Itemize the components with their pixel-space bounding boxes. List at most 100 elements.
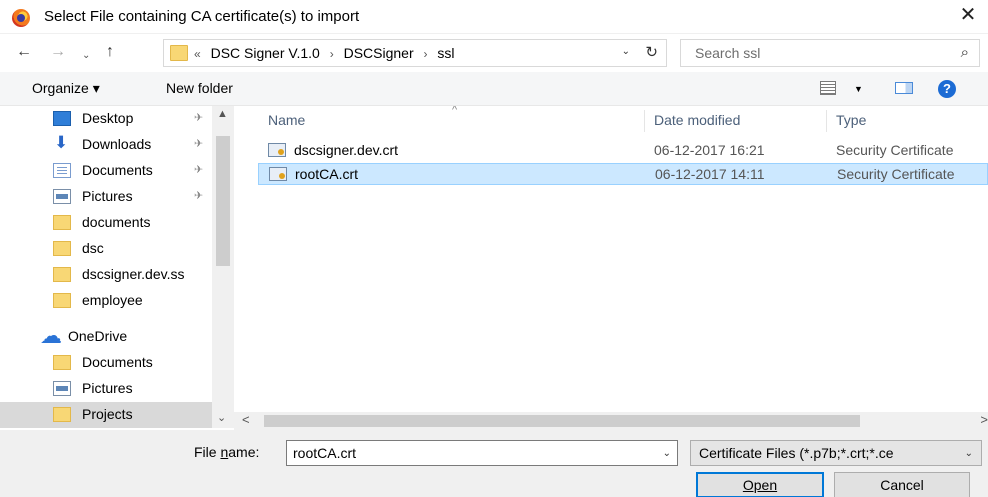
sidebar-scrollbar[interactable]: ▲ ⌄ <box>212 106 234 428</box>
navigation-pane: Desktop ✈ Downloads ✈ Documents ✈ Pictur… <box>0 106 212 428</box>
file-row-selected[interactable]: rootCA.crt 06-12-2017 14:11 Security Cer… <box>258 163 988 185</box>
new-folder-button[interactable]: New folder <box>166 80 233 96</box>
open-button-label: Open <box>742 477 778 493</box>
sort-ascending-icon: ^ <box>452 106 458 116</box>
command-bar: Organize ▾ New folder ▼ ? <box>0 72 988 106</box>
scroll-right-icon[interactable]: > <box>980 412 988 427</box>
folder-icon <box>53 355 71 370</box>
sidebar-item-label: dsc <box>82 240 104 256</box>
sidebar-item-label: Pictures <box>82 188 133 204</box>
file-name-value[interactable]: rootCA.crt <box>293 445 356 461</box>
sidebar-item-documents-folder[interactable]: documents <box>0 210 212 236</box>
onedrive-icon <box>40 323 62 349</box>
file-name-label: File name: <box>194 444 259 460</box>
sidebar-item-label: OneDrive <box>68 328 128 344</box>
folder-icon <box>53 241 71 256</box>
column-divider[interactable] <box>826 110 827 132</box>
sidebar-item-onedrive-pictures[interactable]: Pictures <box>0 376 212 402</box>
scroll-down-icon[interactable]: ⌄ <box>217 411 226 424</box>
horizontal-scrollbar[interactable]: < > <box>234 412 988 430</box>
breadcrumb-item-dsc-signer[interactable]: DSC Signer V.1.0 <box>211 45 320 61</box>
documents-icon <box>53 163 71 178</box>
scrollbar-thumb[interactable] <box>216 136 230 266</box>
sidebar-item-label: Downloads <box>82 136 152 152</box>
breadcrumb-separator[interactable]: › <box>424 47 428 61</box>
folder-icon <box>53 407 71 422</box>
certificate-file-icon <box>269 167 287 181</box>
search-icon[interactable]: ⌕ <box>961 44 969 61</box>
dialog-footer: File name: rootCA.crt ⌄ Certificate File… <box>0 430 988 497</box>
pictures-icon <box>53 381 71 396</box>
chevron-down-icon[interactable]: ⌄ <box>622 46 630 57</box>
breadcrumb-overflow[interactable]: « <box>194 47 201 61</box>
back-arrow-icon[interactable]: ← <box>16 42 32 62</box>
column-header-type[interactable]: Type <box>836 112 866 128</box>
sidebar-item-label: Documents <box>82 162 153 178</box>
sidebar-item-desktop[interactable]: Desktop ✈ <box>0 106 212 132</box>
search-input[interactable]: Search ssl <box>695 45 760 61</box>
sidebar-item-dsc[interactable]: dsc <box>0 236 212 262</box>
sidebar-item-label: Documents <box>82 354 153 370</box>
view-options-icon[interactable] <box>820 81 836 95</box>
sidebar-item-dscsigner-dev[interactable]: dscsigner.dev.ss <box>0 262 212 288</box>
up-arrow-icon[interactable]: ↑ <box>106 42 114 62</box>
sidebar-item-label: documents <box>82 214 151 230</box>
column-header-name[interactable]: Name <box>268 112 305 128</box>
view-dropdown-icon[interactable]: ▼ <box>854 84 863 94</box>
file-name: rootCA.crt <box>295 166 359 182</box>
pictures-icon <box>53 189 71 204</box>
forward-arrow-icon[interactable]: → <box>50 42 66 62</box>
close-icon[interactable]: ✕ <box>956 3 980 27</box>
pin-icon: ✈ <box>194 112 204 124</box>
search-box[interactable]: Search ssl ⌕ <box>680 39 980 67</box>
sidebar-item-label: Pictures <box>82 380 133 396</box>
scroll-up-icon[interactable]: ▲ <box>217 108 228 120</box>
dialog-title: Select File containing CA certificate(s)… <box>44 8 360 25</box>
certificate-file-icon <box>268 143 286 157</box>
file-row[interactable]: dscsigner.dev.crt 06-12-2017 16:21 Secur… <box>258 140 988 162</box>
column-header-date-modified[interactable]: Date modified <box>654 112 740 128</box>
file-type: Security Certificate <box>836 142 954 158</box>
help-icon[interactable]: ? <box>938 80 956 98</box>
sidebar-item-documents[interactable]: Documents ✈ <box>0 158 212 184</box>
desktop-icon <box>53 111 71 126</box>
pin-icon: ✈ <box>194 190 204 202</box>
sidebar-item-label: employee <box>82 292 143 308</box>
sidebar-item-employee[interactable]: employee <box>0 288 212 314</box>
file-list: ^ Name Date modified Type dscsigner.dev.… <box>234 106 988 412</box>
sidebar-item-label: Desktop <box>82 110 134 126</box>
chevron-down-icon[interactable]: ⌄ <box>663 448 671 459</box>
file-name-field[interactable]: rootCA.crt ⌄ <box>286 440 678 466</box>
sidebar-item-label: Projects <box>82 406 133 422</box>
sidebar-item-pictures[interactable]: Pictures ✈ <box>0 184 212 210</box>
navigation-bar: ← → ⌄ ↑ « DSC Signer V.1.0 › DSCSigner ›… <box>0 34 988 72</box>
breadcrumb-item-dscsigner[interactable]: DSCSigner <box>344 45 414 61</box>
sidebar-item-onedrive-documents[interactable]: Documents <box>0 350 212 376</box>
file-type-filter-select[interactable]: Certificate Files (*.p7b;*.crt;*.ce ⌄ <box>690 440 982 466</box>
scrollbar-thumb[interactable] <box>264 415 860 427</box>
organize-button[interactable]: Organize ▾ <box>32 80 100 97</box>
title-bar: Select File containing CA certificate(s)… <box>0 0 988 34</box>
sidebar-item-onedrive[interactable]: OneDrive <box>0 323 212 350</box>
sidebar-item-label: dscsigner.dev.ss <box>82 266 185 282</box>
recent-locations-chevron-icon[interactable]: ⌄ <box>82 46 90 66</box>
pin-icon: ✈ <box>194 138 204 150</box>
column-divider[interactable] <box>644 110 645 132</box>
scroll-left-icon[interactable]: < <box>242 412 250 427</box>
chevron-down-icon[interactable]: ⌄ <box>965 448 973 459</box>
open-button[interactable]: Open <box>696 472 824 497</box>
breadcrumb-item-ssl[interactable]: ssl <box>437 45 454 61</box>
address-bar[interactable]: « DSC Signer V.1.0 › DSCSigner › ssl ⌄ ↻ <box>163 39 667 67</box>
sidebar-item-projects[interactable]: Projects <box>0 402 212 428</box>
sidebar-item-downloads[interactable]: Downloads ✈ <box>0 132 212 158</box>
file-date-modified: 06-12-2017 14:11 <box>655 166 765 182</box>
download-icon <box>53 133 71 153</box>
cancel-button[interactable]: Cancel <box>834 472 970 497</box>
refresh-icon[interactable]: ↻ <box>645 43 658 61</box>
breadcrumb-separator[interactable]: › <box>330 47 334 61</box>
folder-icon <box>53 267 71 282</box>
file-type: Security Certificate <box>837 166 955 182</box>
preview-pane-icon[interactable] <box>895 82 913 94</box>
folder-icon <box>170 45 188 61</box>
file-name-label-prefix: File <box>194 444 221 460</box>
